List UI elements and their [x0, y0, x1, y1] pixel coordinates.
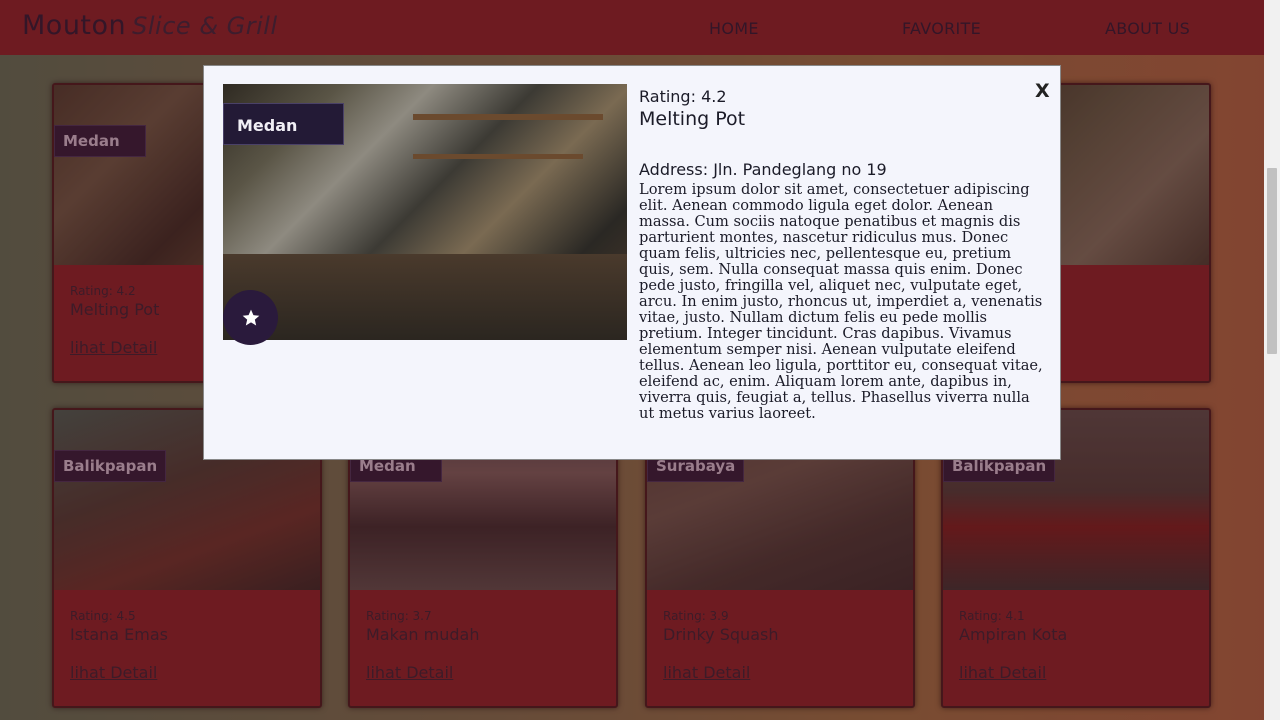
photo-counter	[223, 254, 627, 340]
modal-restaurant-name: Melting Pot	[639, 108, 746, 130]
star-icon	[242, 309, 259, 325]
modal-city-badge: Medan	[223, 103, 344, 145]
close-button[interactable]: X	[1035, 80, 1050, 102]
detail-modal: Medan Rating: 4.2 Melting Pot Address: J…	[203, 65, 1061, 460]
modal-description: Lorem ipsum dolor sit amet, consectetuer…	[639, 181, 1043, 422]
page-scrollbar[interactable]	[1264, 0, 1280, 720]
photo-shelf	[413, 154, 583, 159]
modal-address: Address: Jln. Pandeglang no 19	[639, 160, 887, 179]
modal-rating: Rating: 4.2	[639, 87, 727, 106]
photo-shelf	[413, 114, 603, 120]
favorite-button[interactable]	[223, 290, 278, 345]
scrollbar-thumb[interactable]	[1267, 168, 1277, 354]
